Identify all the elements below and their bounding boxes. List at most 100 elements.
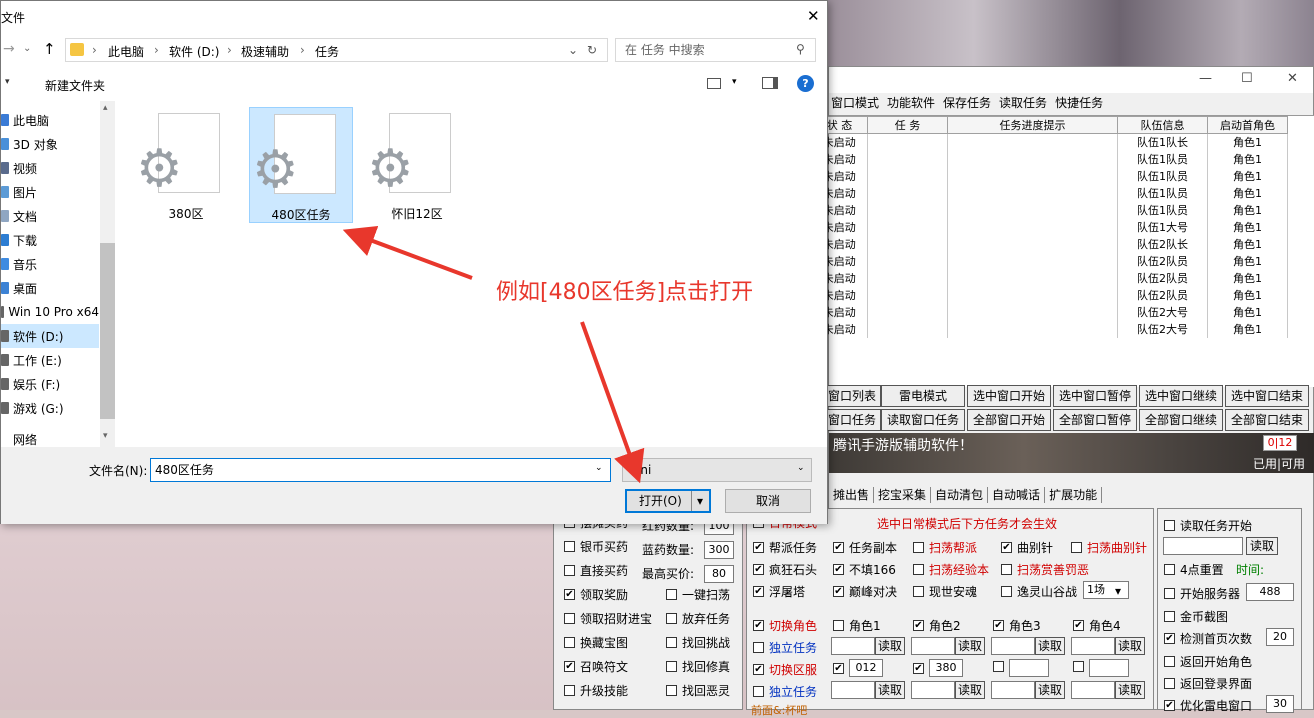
server-input-2[interactable]: 380 <box>929 659 963 677</box>
checkbox-icon[interactable] <box>1073 661 1084 672</box>
checkbox-icon[interactable]: ✔ <box>1164 633 1175 644</box>
buttons_row1-button-4[interactable]: 选中窗口继续 <box>1139 385 1223 407</box>
left-extra-1[interactable]: 放弃任务 <box>666 610 730 627</box>
nav-item-4[interactable]: 文档 <box>1 204 99 228</box>
checkbox-icon[interactable] <box>666 661 677 672</box>
table-row[interactable]: 未启动 队伍2大号 角色1 <box>811 303 1288 321</box>
task-option-5[interactable]: ✔ 疯狂石头 <box>753 561 817 578</box>
nav-item-7[interactable]: 桌面 <box>1 276 99 300</box>
read-button-3[interactable]: 读取 <box>1115 637 1145 655</box>
solo-task-input-0[interactable] <box>831 637 875 655</box>
buttons_row1-button-0[interactable]: 窗口列表 <box>823 385 881 407</box>
nav-item-12[interactable]: 游戏 (G:) <box>1 396 99 420</box>
optimize-input[interactable]: 30 <box>1266 695 1294 713</box>
up-arrow-icon[interactable]: ↑ <box>43 40 56 58</box>
task-option-0[interactable]: ✔ 帮派任务 <box>753 539 817 556</box>
start-server-check[interactable]: 开始服务器 <box>1164 585 1240 602</box>
buttons_row1-button-2[interactable]: 选中窗口开始 <box>967 385 1051 407</box>
checkbox-icon[interactable] <box>913 586 924 597</box>
checkbox-icon[interactable]: ✔ <box>1073 620 1084 631</box>
nav-item-2[interactable]: 视频 <box>1 156 99 180</box>
file-item[interactable]: ⚙ 380区 <box>134 107 238 223</box>
breadcrumb-drive-d[interactable]: 软件 (D:) <box>169 43 219 60</box>
checkbox-icon[interactable]: ✔ <box>913 662 924 674</box>
server-check-3[interactable] <box>993 661 1009 672</box>
left-extra-0[interactable]: 一键扫荡 <box>666 586 730 603</box>
cancel-button[interactable]: 取消 <box>725 489 811 513</box>
nav-item-5[interactable]: 下载 <box>1 228 99 252</box>
task-option-4[interactable]: 扫荡曲别针 <box>1071 539 1147 556</box>
solo-task2-input-3[interactable] <box>1071 681 1115 699</box>
field-input-1[interactable]: 300 <box>704 541 734 559</box>
solo-task-check-2[interactable]: 独立任务 <box>753 683 817 700</box>
task-grid[interactable]: 状 态 任 务 任务进度提示 队伍信息 启动首角色 未启动 队伍1队长 角色1 未启动… <box>811 115 1314 387</box>
table-row[interactable]: 未启动 队伍2队员 角色1 <box>811 252 1288 270</box>
left-extra-2[interactable]: 找回挑战 <box>666 634 730 651</box>
checkbox-icon[interactable] <box>564 685 575 696</box>
nav-item-11[interactable]: 娱乐 (F:) <box>1 372 99 396</box>
solo-task-input-3[interactable] <box>1071 637 1115 655</box>
minimize-icon[interactable]: — <box>1199 71 1212 86</box>
read2-button-1[interactable]: 读取 <box>955 681 985 699</box>
buttons_row2-button-0[interactable]: 窗口任务 <box>823 409 881 431</box>
table-row[interactable]: 未启动 队伍1队长 角色1 <box>811 133 1288 151</box>
forward-icon[interactable]: → <box>3 41 15 57</box>
nav-item-0[interactable]: 此电脑 <box>1 108 99 132</box>
left-option-6[interactable]: ✔ 召唤符文 <box>564 658 628 675</box>
checkbox-icon[interactable]: ✔ <box>993 620 1004 631</box>
chevron-down-icon[interactable]: ⌄ <box>568 43 578 57</box>
task-option-2[interactable]: 扫荡帮派 <box>913 539 977 556</box>
checkbox-icon[interactable] <box>564 541 575 552</box>
checkbox-icon[interactable]: ✔ <box>833 586 844 597</box>
left-option-4[interactable]: 领取招财进宝 <box>564 610 652 627</box>
task-option-11[interactable]: 现世安魂 <box>913 583 977 600</box>
nav-item-10[interactable]: 工作 (E:) <box>1 348 99 372</box>
checkbox-icon[interactable] <box>666 589 677 600</box>
table-row[interactable]: 未启动 队伍2队长 角色1 <box>811 235 1288 253</box>
refresh-icon[interactable]: ↻ <box>587 43 597 57</box>
close-icon[interactable]: ✕ <box>1287 71 1298 86</box>
breadcrumb-tasks[interactable]: 任务 <box>315 43 339 60</box>
breadcrumb-helper[interactable]: 极速辅助 <box>241 43 289 60</box>
nav-item-6[interactable]: 音乐 <box>1 252 99 276</box>
left-option-3[interactable]: ✔ 领取奖励 <box>564 586 628 603</box>
solo-task-input-2[interactable] <box>991 637 1035 655</box>
filename-input[interactable]: 480区任务 <box>150 458 611 482</box>
menu-quick-task[interactable]: 快捷任务 <box>1055 93 1103 113</box>
table-row[interactable]: 未启动 队伍2大号 角色1 <box>811 320 1288 338</box>
role-check-3[interactable]: ✔ 角色4 <box>1073 617 1121 634</box>
checkbox-icon[interactable] <box>564 637 575 648</box>
gold-screenshot-check[interactable]: 金币截图 <box>1164 608 1228 625</box>
nav-item-9[interactable]: 软件 (D:) <box>1 324 99 348</box>
tab-stall-sell[interactable]: 摊出售 <box>829 487 875 503</box>
checkbox-icon[interactable]: ✔ <box>753 542 764 553</box>
col-first-role[interactable]: 启动首角色 <box>1207 116 1288 134</box>
tab-auto-clean[interactable]: 自动清包 <box>931 487 989 503</box>
checkbox-icon[interactable] <box>1164 520 1175 531</box>
checkbox-icon[interactable] <box>1164 588 1175 599</box>
dropdown-arrow-icon[interactable]: ▾ <box>691 491 703 511</box>
task-option-6[interactable]: ✔ 不填166 <box>833 561 896 578</box>
read-button-0[interactable]: 读取 <box>875 637 905 655</box>
battle-count-select[interactable]: 1场 <box>1083 581 1129 599</box>
filetype-select[interactable]: ini <box>622 458 812 482</box>
solo-task-input-1[interactable] <box>911 637 955 655</box>
read-button-2[interactable]: 读取 <box>1035 637 1065 655</box>
task-option-10[interactable]: ✔ 巅峰对决 <box>833 583 897 600</box>
left-extra-4[interactable]: 找回恶灵 <box>666 682 730 699</box>
checkbox-icon[interactable] <box>1164 564 1175 575</box>
left-extra-3[interactable]: 找回修真 <box>666 658 730 675</box>
start-server-input[interactable]: 488 <box>1246 583 1294 601</box>
buttons_row1-button-3[interactable]: 选中窗口暂停 <box>1053 385 1137 407</box>
checkbox-icon[interactable]: ✔ <box>833 542 844 553</box>
menu-save-task[interactable]: 保存任务 <box>943 93 991 113</box>
role-check-0[interactable]: 角色1 <box>833 617 881 634</box>
task-option-8[interactable]: 扫荡赏善罚恶 <box>1001 561 1089 578</box>
file-item[interactable]: ⚙ 480区任务 <box>249 107 353 223</box>
server-check-4[interactable] <box>1073 661 1089 672</box>
buttons_row2-button-2[interactable]: 全部窗口开始 <box>967 409 1051 431</box>
checkbox-icon[interactable] <box>666 613 677 624</box>
help-icon[interactable]: ? <box>797 75 814 92</box>
checkbox-icon[interactable]: ✔ <box>833 662 844 674</box>
task-option-1[interactable]: ✔ 任务副本 <box>833 539 897 556</box>
